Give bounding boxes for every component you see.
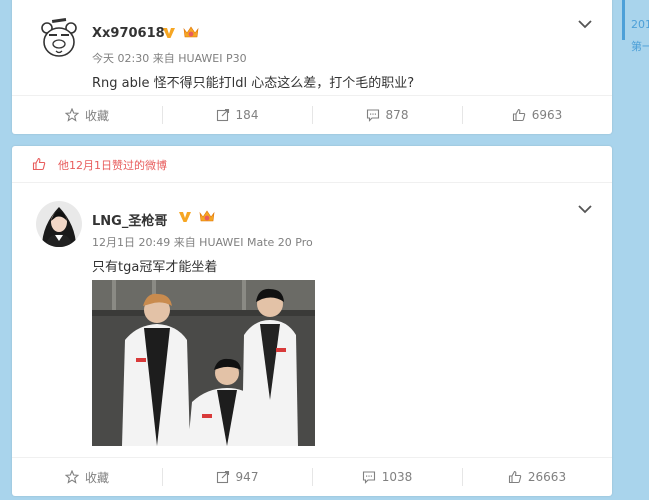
repost-button[interactable]: 184: [162, 96, 312, 134]
comment-button[interactable]: 1038: [312, 458, 462, 496]
post-card-1: Xx970618 今天 02:30 来自 HUAWEI P30 Rng able…: [12, 0, 612, 134]
thumbs-up-icon: [512, 108, 525, 122]
favorite-label: 收藏: [84, 108, 109, 123]
post-text: 只有tga冠军才能坐着: [92, 260, 218, 275]
like-button[interactable]: 26663: [462, 458, 612, 496]
star-icon: [64, 108, 79, 122]
post-photo[interactable]: [92, 280, 315, 446]
post-card-2: 他12月1日赞过的微博 LNG_圣枪哥 12月1日 20:49 来自 HUAWE…: [12, 146, 612, 496]
chevron-down-icon[interactable]: [578, 205, 592, 214]
comment-icon: [366, 109, 379, 122]
favorite-label: 收藏: [84, 470, 109, 485]
favorite-button[interactable]: 收藏: [12, 458, 162, 496]
post-meta: 12月1日 20:49 来自 HUAWEI Mate 20 Pro: [92, 236, 313, 249]
comment-count: 1038: [381, 470, 413, 484]
crown-badge-icon[interactable]: [198, 209, 216, 224]
repost-icon: [216, 470, 229, 484]
verified-v-icon: [179, 212, 191, 222]
liked-notice: 他12月1日赞过的微博: [58, 159, 167, 172]
star-icon: [64, 470, 79, 484]
username[interactable]: LNG_圣枪哥: [92, 210, 167, 229]
thumbs-up-icon: [32, 157, 46, 171]
comment-icon: [362, 471, 375, 484]
favorite-button[interactable]: 收藏: [12, 96, 162, 134]
timeline-page[interactable]: 第一: [631, 38, 649, 54]
timeline-year[interactable]: 201: [631, 18, 649, 31]
post-text: Rng able 怪不得只能打ldl 心态这么差，打个毛的职业?: [92, 76, 415, 91]
like-count: 26663: [527, 470, 567, 484]
crown-badge-icon[interactable]: [182, 25, 200, 40]
username[interactable]: Xx970618: [92, 26, 165, 41]
thumbs-up-icon: [508, 470, 522, 484]
avatar[interactable]: [36, 201, 82, 247]
comment-count: 878: [385, 108, 409, 122]
repost-count: 947: [235, 470, 259, 484]
repost-button[interactable]: 947: [162, 458, 312, 496]
comment-button[interactable]: 878: [312, 96, 462, 134]
liked-notice-bar: 他12月1日赞过的微博: [12, 146, 612, 183]
avatar[interactable]: [36, 16, 82, 62]
like-count: 6963: [531, 108, 563, 122]
action-bar: 收藏 947 1038 26663: [12, 457, 612, 496]
chevron-down-icon[interactable]: [578, 20, 592, 29]
like-button[interactable]: 6963: [462, 96, 612, 134]
timeline-line: [622, 0, 625, 40]
verified-v-icon: [163, 28, 175, 38]
action-bar: 收藏 184 878 6963: [12, 95, 612, 134]
post-meta: 今天 02:30 来自 HUAWEI P30: [92, 52, 247, 65]
repost-icon: [216, 108, 229, 122]
repost-count: 184: [235, 108, 259, 122]
